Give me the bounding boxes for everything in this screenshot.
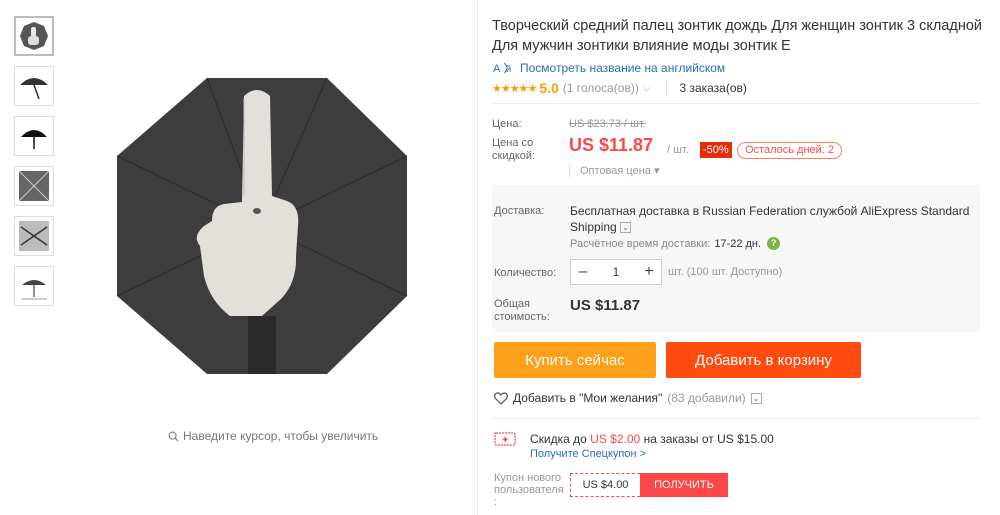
umbrella-black-icon [21,130,47,149]
zoom-hint: Наведите курсор, чтобы увеличить [168,429,378,443]
deal-suffix: на заказы от US $15.00 [643,432,774,446]
get-coupon-button[interactable]: ПОЛУЧИТЬ [640,473,728,497]
thumbnail-4[interactable] [14,166,54,206]
umbrella-open-icon [20,78,48,100]
deal-prefix: Скидка до [530,432,587,446]
product-title: Творческий средний палец зонтик дождь Дл… [492,18,982,54]
umbrella-size-icon [21,280,47,300]
deal-amount: US $2.00 [590,432,641,446]
total-label: Общая стоимость: [494,298,550,323]
chevron-down-icon[interactable]: ⌄ [620,222,632,234]
wishlist-row[interactable]: Добавить в "Мои желания" (83 добавили) ⌄ [494,391,762,405]
price-per-unit: / шт. [667,144,689,156]
new-user-coupon-label: Купон нового пользователя : [494,472,564,508]
new-user-coupon: US $4.00 ПОЛУЧИТЬ [570,473,728,497]
eta-value: 17-22 дн. [714,237,762,250]
store-deal: Скидка до US $2.00 на заказы от US $15.0… [530,432,774,446]
rating-row: ★★★★★ 5.0 (1 голоса(ов)) ⌵ 3 заказа(ов) [492,80,747,96]
umbrella-inside-icon [18,170,50,202]
old-price: US $23.73 / шт. [569,118,646,130]
thumbnail-3[interactable] [14,116,54,156]
add-to-cart-button[interactable]: Добавить в корзину [666,342,861,378]
thumbnail-2[interactable] [14,66,54,106]
coupon-amount: US $4.00 [570,473,640,497]
svg-text:й: й [506,64,511,74]
divider [492,418,980,419]
chevron-down-icon[interactable]: ⌵ [643,83,651,94]
product-info-panel: Творческий средний палец зонтик дождь Дл… [492,0,992,515]
help-icon[interactable]: ? [767,237,781,250]
wholesale-price-toggle[interactable]: Оптовая цена ▾ [569,164,659,177]
current-price: US $11.87 [569,135,654,155]
total-value: US $11.87 [570,297,641,314]
magnifier-icon [168,431,179,442]
rating-value: 5.0 [539,80,559,96]
quantity-stepper: – 1 + [570,259,662,285]
thumbnail-1[interactable] [14,16,54,56]
umbrella-thumbnail-icon [20,22,48,50]
shipping-label: Доставка: [494,205,545,217]
rating-stars: ★★★★★ [492,82,537,95]
shipping-box: Доставка: Бесплатная доставка в Russian … [492,185,980,332]
quantity-available: шт. (100 шт. Доступно) [668,266,783,278]
shipping-method[interactable]: Бесплатная доставка в Russian Federation… [570,203,970,235]
wishlist-text[interactable]: Добавить в "Мои желания" [513,391,662,405]
price-label: Цена: [492,118,522,130]
days-left-badge: Осталось дней: 2 [737,142,843,159]
votes-count[interactable]: (1 голоса(ов)) [563,81,639,95]
svg-text:✦: ✦ [501,435,509,446]
thumbnail-5[interactable] [14,216,54,256]
quantity-input[interactable]: 1 [613,265,620,279]
discount-badge: -50% [700,142,732,158]
divider [492,103,980,104]
buy-now-button[interactable]: Купить сейчас [494,342,656,378]
get-special-coupon-link[interactable]: Получите Спецкупон > [530,448,646,460]
wishlist-count: (83 добавили) [667,391,746,405]
quantity-increase-button[interactable]: + [637,263,661,281]
coupon-icon: ✦ [494,432,516,446]
quantity-decrease-button[interactable]: – [571,263,595,281]
svg-text:A: A [493,63,501,75]
gallery-panel: Наведите курсор, чтобы увеличить [0,0,478,515]
umbrella-frame-icon [19,221,49,251]
translate-link-text[interactable]: Посмотреть название на английском [520,61,725,75]
orders-count: 3 заказа(ов) [679,81,747,95]
divider [666,82,668,94]
thumbnail-strip [14,16,56,316]
translate-link[interactable]: A й Посмотреть название на английском [492,60,725,76]
translate-icon: A й [493,62,511,75]
zoom-hint-text: Наведите курсор, чтобы увеличить [183,429,379,443]
thumbnail-6[interactable] [14,266,54,306]
eta-label: Расчётное время доставки: [570,237,711,250]
heart-icon[interactable] [494,391,508,405]
product-main-image[interactable] [112,76,414,376]
quantity-label: Количество: [494,267,557,279]
chevron-down-icon[interactable]: ⌄ [750,392,762,404]
delivery-estimate: Расчётное время доставки: 17-22 дн. ? [570,237,781,250]
discount-price-label: Цена со скидкой: [492,137,536,162]
